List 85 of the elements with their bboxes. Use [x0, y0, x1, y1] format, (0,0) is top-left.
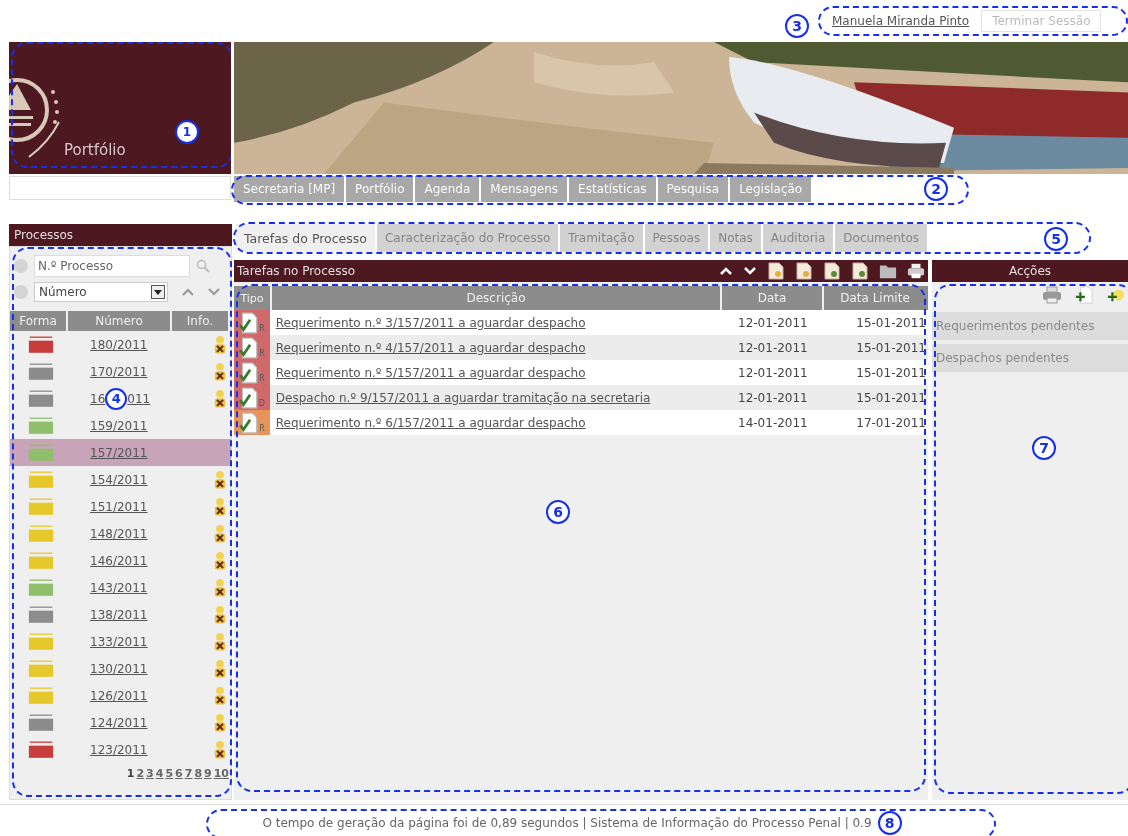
- process-number-link[interactable]: 157/2011: [90, 445, 148, 460]
- page-link[interactable]: 3: [146, 767, 154, 780]
- process-row[interactable]: 126/2011: [10, 682, 231, 709]
- process-number-link[interactable]: 138/2011: [90, 607, 148, 622]
- dropdown-icon[interactable]: [151, 285, 165, 299]
- callout-number: 7: [1032, 436, 1056, 460]
- panel-header: Processos: [9, 224, 232, 246]
- page-link[interactable]: 8: [194, 767, 203, 780]
- process-row[interactable]: 146/2011: [10, 547, 231, 574]
- process-row[interactable]: 148/2011: [10, 520, 231, 547]
- table-cell-text: 15-01-2011: [855, 339, 927, 357]
- panel-title: Tarefas no Processo: [237, 264, 356, 278]
- input-field[interactable]: [9, 176, 231, 200]
- process-row[interactable]: 133/2011: [10, 628, 231, 655]
- task-link[interactable]: Requerimento n.º 4/157/2011 a aguardar despacho: [275, 340, 586, 355]
- table-cell-text: 15-01-2011: [855, 314, 927, 332]
- document-icon[interactable]: [795, 262, 813, 280]
- process-number-link[interactable]: 143/2011: [90, 580, 148, 595]
- process-number-link[interactable]: 011: [127, 391, 151, 406]
- table-cell-text: 12-01-2011: [737, 389, 809, 407]
- page-link[interactable]: 10: [213, 767, 229, 780]
- process-row[interactable]: 123/2011: [10, 736, 231, 763]
- callout-number: 6: [546, 500, 570, 524]
- search-field[interactable]: N.º Processo: [34, 255, 190, 277]
- callout-number: 1: [175, 120, 199, 144]
- table-cell-text: 12-01-2011: [737, 364, 809, 382]
- info-icon: [14, 259, 28, 273]
- process-row[interactable]: 143/2011: [10, 574, 231, 601]
- task-link[interactable]: Requerimento n.º 6/157/2011 a aguardar despacho: [275, 415, 586, 430]
- page-link[interactable]: 4: [155, 767, 164, 780]
- task-link[interactable]: Requerimento n.º 3/157/2011 a aguardar despacho: [275, 315, 586, 330]
- page-link[interactable]: 2: [136, 767, 145, 780]
- page-link[interactable]: 5: [165, 767, 174, 780]
- callout-number: 3: [785, 14, 809, 38]
- table-cell-text: 15-01-2011: [855, 389, 927, 407]
- table-cell-text: 17-01-2011: [855, 414, 927, 432]
- footer-text: O tempo de geração da página foi de 0,89 segundos | Sistema de Informação do Processo Penal | 0.9: [262, 816, 872, 830]
- callout-number: 5: [1044, 227, 1068, 251]
- info-icon: [14, 285, 28, 299]
- document-add-icon[interactable]: [1074, 286, 1094, 304]
- process-number-link[interactable]: 126/2011: [90, 688, 148, 703]
- process-number-link[interactable]: 151/2011: [90, 499, 148, 514]
- user-name-link[interactable]: Manuela Miranda Pinto: [832, 14, 970, 28]
- process-number-link[interactable]: 130/2011: [90, 661, 148, 676]
- table-cell-text: 15-01-2011: [855, 364, 927, 382]
- process-row[interactable]: 154/2011: [10, 466, 231, 493]
- process-number-link[interactable]: 16: [90, 391, 106, 406]
- document-icon[interactable]: [767, 262, 785, 280]
- process-row[interactable]: 130/2011: [10, 655, 231, 682]
- table-cell-text: 14-01-2011: [737, 414, 809, 432]
- printer-icon[interactable]: [907, 262, 925, 280]
- process-row[interactable]: 151/2011: [10, 493, 231, 520]
- callout-number: 2: [924, 177, 948, 201]
- process-number-link[interactable]: 180/2011: [90, 337, 148, 352]
- process-number-link[interactable]: 146/2011: [90, 553, 148, 568]
- callout-number: 8: [877, 811, 902, 835]
- process-number-link[interactable]: 148/2011: [90, 526, 148, 541]
- process-row[interactable]: 124/2011: [10, 709, 231, 736]
- task-link[interactable]: Requerimento n.º 5/157/2011 a aguardar despacho: [275, 365, 586, 380]
- page-number: 1: [126, 767, 135, 780]
- process-row[interactable]: 159/2011: [10, 412, 231, 439]
- process-number-link[interactable]: 124/2011: [90, 715, 148, 730]
- document-icon[interactable]: [851, 262, 869, 280]
- process-row[interactable]: 138/2011: [10, 601, 231, 628]
- process-number-link[interactable]: 123/2011: [90, 742, 148, 757]
- app-title: Portfólio: [64, 141, 126, 159]
- process-row[interactable]: 16 4 011: [10, 385, 231, 412]
- panel-header: Acções: [932, 260, 1128, 282]
- task-link[interactable]: Despacho n.º 9/157/2011 a aguardar tramitação na secretaria: [275, 390, 651, 405]
- table-cell-text: 12-01-2011: [737, 314, 809, 332]
- table-cell-text: 12-01-2011: [737, 339, 809, 357]
- process-row[interactable]: 180/2011: [10, 331, 231, 358]
- process-number-link[interactable]: 159/2011: [90, 418, 148, 433]
- process-row[interactable]: 157/2011: [10, 439, 231, 466]
- page-link[interactable]: 9: [204, 767, 212, 780]
- page-link[interactable]: 6: [175, 767, 183, 780]
- callout-number: 4: [105, 387, 128, 410]
- process-number-link[interactable]: 170/2011: [90, 364, 148, 379]
- document-icon[interactable]: [823, 262, 841, 280]
- process-number-link[interactable]: 154/2011: [90, 472, 148, 487]
- page-link[interactable]: 7: [184, 767, 193, 780]
- process-row[interactable]: 170/2011: [10, 358, 231, 385]
- sort-dropdown[interactable]: Número: [34, 282, 168, 302]
- process-number-link[interactable]: 133/2011: [90, 634, 148, 649]
- tab[interactable]: Tarefas do Processo: [236, 224, 375, 252]
